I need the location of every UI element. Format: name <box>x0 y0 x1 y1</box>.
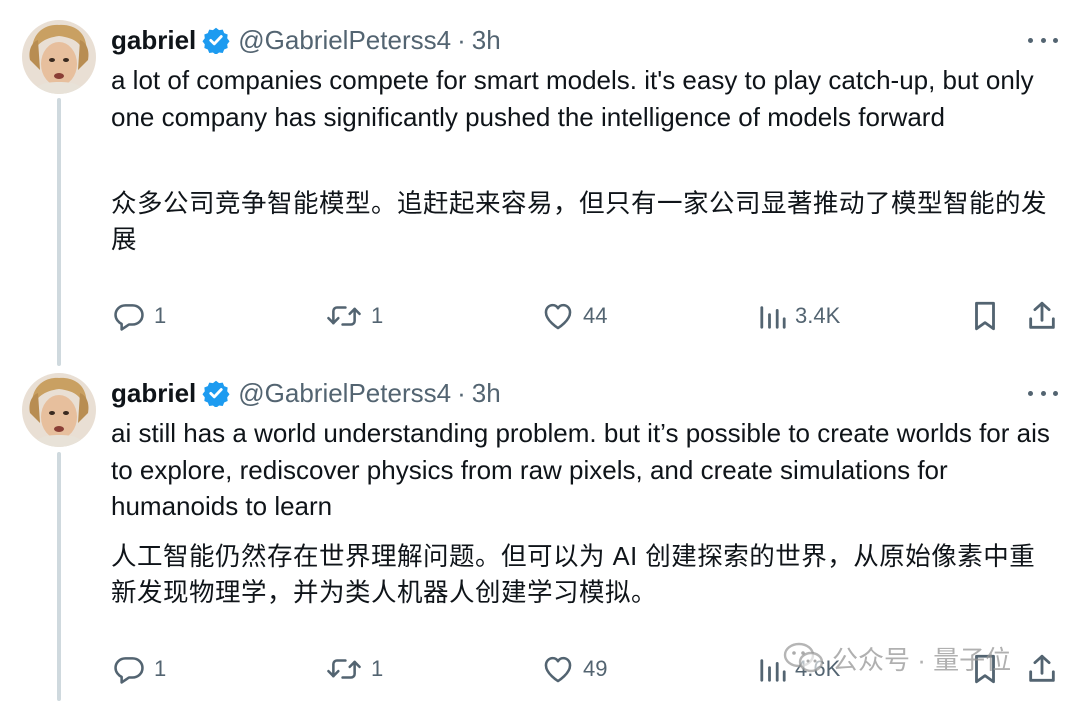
reply-button[interactable]: 1 <box>112 296 166 336</box>
watermark-text: 公众号 · 量子位 <box>832 644 1012 675</box>
like-count: 44 <box>583 303 608 328</box>
share-button[interactable] <box>1026 649 1058 689</box>
heart-icon <box>544 303 572 330</box>
tweet[interactable]: gabriel @GabrielPeterss4 · 3h a lot of c… <box>0 0 1080 352</box>
tweet-translation: 人工智能仍然存在世界理解问题。但可以为 AI 创建探索的世界，从原始像素中重新发… <box>111 543 1036 607</box>
tweet-text: ai still has a world understanding probl… <box>111 418 1050 521</box>
like-button[interactable]: 44 <box>541 296 607 336</box>
retweet-icon <box>327 659 361 679</box>
timestamp[interactable]: 3h <box>472 378 501 409</box>
like-count: 49 <box>583 656 608 681</box>
tweet-text: a lot of companies compete for smart mod… <box>111 65 1034 132</box>
reply-icon <box>114 657 144 684</box>
retweet-button[interactable]: 1 <box>325 296 383 336</box>
tweet-translation: 众多公司竞争智能模型。追赶起来容易，但只有一家公司显著推动了模型智能的发展 <box>111 190 1048 254</box>
verified-badge-icon <box>202 27 230 54</box>
bookmark-button[interactable] <box>970 296 1000 336</box>
like-button[interactable]: 49 <box>541 649 607 689</box>
watermark: 公众号 · 量子位 <box>782 638 1011 678</box>
bookmark-icon <box>975 301 995 331</box>
timestamp[interactable]: 3h <box>472 25 501 56</box>
author-handle[interactable]: @GabrielPeterss4 <box>238 25 451 56</box>
reply-count: 1 <box>154 303 167 328</box>
verified-badge-icon <box>202 380 230 407</box>
heart-icon <box>544 656 572 683</box>
retweet-button[interactable]: 1 <box>325 649 383 689</box>
tweet-actions: 1 1 44 3.4K <box>0 296 1080 336</box>
tweet-header: gabriel @GabrielPeterss4 · 3h <box>111 375 501 411</box>
tweet-header: gabriel @GabrielPeterss4 · 3h <box>111 22 501 58</box>
author-handle[interactable]: @GabrielPeterss4 <box>238 378 451 409</box>
views-icon <box>760 306 786 329</box>
retweet-count: 1 <box>371 656 384 681</box>
more-icon[interactable] <box>1028 381 1058 405</box>
more-icon[interactable] <box>1028 28 1058 52</box>
separator-dot: · <box>457 377 466 408</box>
reply-count: 1 <box>154 656 167 681</box>
share-icon <box>1029 301 1055 329</box>
author-name[interactable]: gabriel <box>111 378 196 409</box>
wechat-icon <box>783 642 824 673</box>
share-icon <box>1029 654 1055 682</box>
share-button[interactable] <box>1026 296 1058 336</box>
separator-dot: · <box>457 24 466 55</box>
retweet-count: 1 <box>371 303 384 328</box>
views-count: 3.4K <box>795 303 841 328</box>
avatar[interactable] <box>22 20 96 94</box>
reply-icon <box>114 304 144 331</box>
avatar[interactable] <box>22 373 96 447</box>
reply-button[interactable]: 1 <box>112 649 166 689</box>
author-name[interactable]: gabriel <box>111 25 196 56</box>
retweet-icon <box>327 306 361 326</box>
views-button[interactable]: 3.4K <box>759 296 840 336</box>
